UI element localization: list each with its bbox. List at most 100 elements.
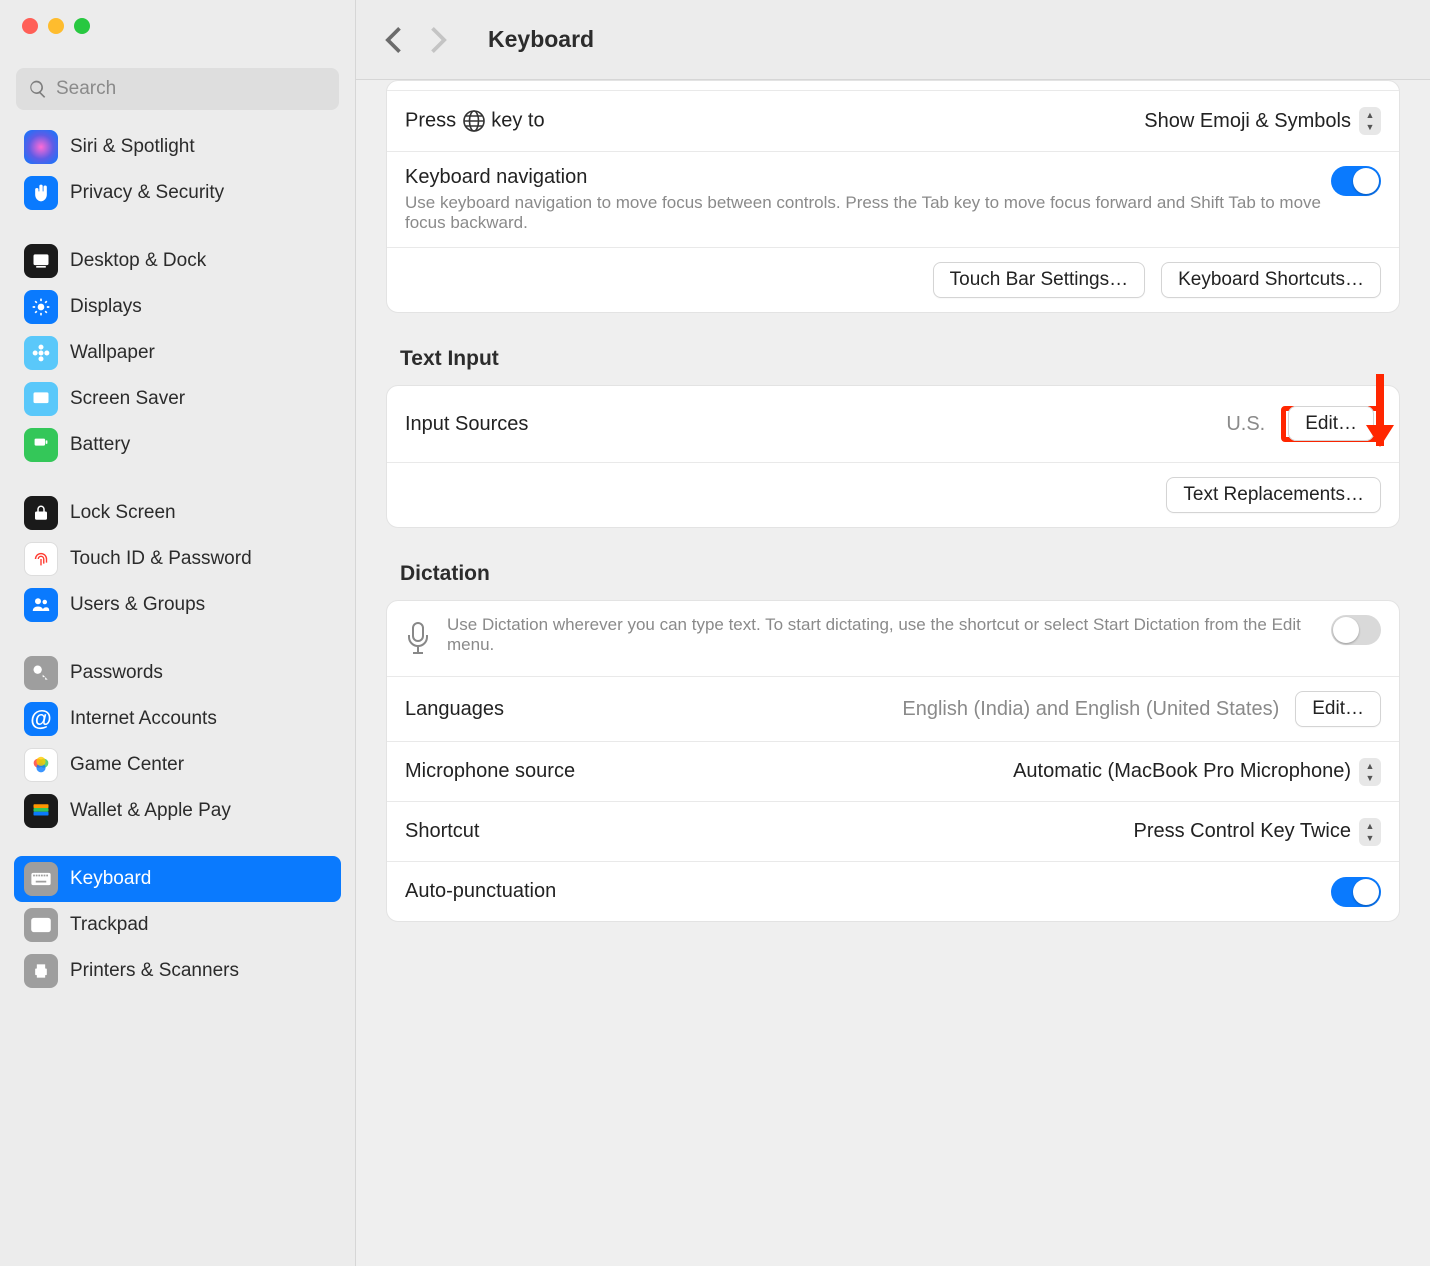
input-sources-value: U.S. [1226, 413, 1265, 436]
sidebar-item-siri-spotlight[interactable]: Siri & Spotlight [14, 124, 341, 170]
auto-punctuation-row: Auto-punctuation [387, 861, 1399, 921]
dictation-shortcut-label: Shortcut [405, 820, 479, 843]
sidebar-item-label: Desktop & Dock [70, 250, 206, 272]
window-minimize-button[interactable] [48, 18, 64, 34]
dictation-shortcut-value[interactable]: Press Control Key Twice [1134, 820, 1352, 843]
toolbar: Keyboard [356, 0, 1430, 80]
dictation-mic-row: Microphone source Automatic (MacBook Pro… [387, 741, 1399, 801]
sun-icon [24, 290, 58, 324]
sidebar-item-label: Game Center [70, 754, 184, 776]
printer-icon [24, 954, 58, 988]
search-icon [28, 79, 48, 99]
window-close-button[interactable] [22, 18, 38, 34]
nav-back-button[interactable] [384, 25, 402, 55]
sidebar-item-label: Displays [70, 296, 142, 318]
hand-icon [24, 176, 58, 210]
sidebar-item-keyboard[interactable]: Keyboard [14, 856, 341, 902]
sidebar-item-label: Internet Accounts [70, 708, 217, 730]
dictation-row: Use Dictation wherever you can type text… [387, 601, 1399, 676]
text-replacements-button[interactable]: Text Replacements… [1166, 477, 1381, 513]
sidebar-item-label: Siri & Spotlight [70, 136, 195, 158]
sidebar-item-touch-id-password[interactable]: Touch ID & Password [14, 536, 341, 582]
globe-icon [462, 109, 486, 133]
sidebar-item-label: Printers & Scanners [70, 960, 239, 982]
keyboard-navigation-row: Keyboard navigation Use keyboard navigat… [387, 151, 1399, 247]
touch-bar-settings-button[interactable]: Touch Bar Settings… [933, 262, 1145, 298]
dictation-panel: Use Dictation wherever you can type text… [386, 600, 1400, 922]
sidebar-item-passwords[interactable]: Passwords [14, 650, 341, 696]
screensaver-icon [24, 382, 58, 416]
search-field[interactable] [16, 68, 339, 110]
sidebar-item-label: Touch ID & Password [70, 548, 252, 570]
dictation-shortcut-row: Shortcut Press Control Key Twice ▲▼ [387, 801, 1399, 861]
keyboard-navigation-toggle[interactable] [1331, 166, 1381, 196]
search-input[interactable] [56, 78, 327, 100]
dictation-section-label: Dictation [400, 562, 1400, 586]
sidebar-item-label: Passwords [70, 662, 163, 684]
sidebar-item-displays[interactable]: Displays [14, 284, 341, 330]
sidebar-item-label: Privacy & Security [70, 182, 224, 204]
users-icon [24, 588, 58, 622]
dictation-languages-row: Languages English (India) and English (U… [387, 676, 1399, 741]
window-traffic-lights [0, 0, 355, 50]
dock-icon [24, 244, 58, 278]
window-zoom-button[interactable] [74, 18, 90, 34]
lock-icon [24, 496, 58, 530]
sidebar-item-label: Trackpad [70, 914, 149, 936]
sidebar-item-game-center[interactable]: Game Center [14, 742, 341, 788]
keyboard-panel: Press key to Show Emoji & Symbols ▲▼ Key… [386, 80, 1400, 313]
globe-key-label: Press key to [405, 109, 545, 133]
sidebar-item-label: Lock Screen [70, 502, 176, 524]
key-icon [24, 656, 58, 690]
sidebar-item-trackpad[interactable]: Trackpad [14, 902, 341, 948]
sidebar-item-label: Wallpaper [70, 342, 155, 364]
text-input-section-label: Text Input [400, 347, 1400, 371]
keyboard-shortcuts-button[interactable]: Keyboard Shortcuts… [1161, 262, 1381, 298]
globe-key-row: Press key to Show Emoji & Symbols ▲▼ [387, 91, 1399, 151]
sidebar-item-printers-scanners[interactable]: Printers & Scanners [14, 948, 341, 994]
input-sources-row: Input Sources U.S. Edit… [387, 386, 1399, 462]
nav-forward-button[interactable] [430, 25, 448, 55]
dictation-languages-value: English (India) and English (United Stat… [902, 698, 1279, 721]
sidebar: Siri & Spotlight Privacy & Security Deskto… [0, 0, 356, 1266]
globe-key-value[interactable]: Show Emoji & Symbols [1144, 110, 1351, 133]
sidebar-item-users-groups[interactable]: Users & Groups [14, 582, 341, 628]
keyboard-navigation-label: Keyboard navigation [405, 166, 1331, 189]
sidebar-item-label: Battery [70, 434, 130, 456]
sidebar-item-privacy-security[interactable]: Privacy & Security [14, 170, 341, 216]
auto-punctuation-toggle[interactable] [1331, 877, 1381, 907]
input-sources-edit-button[interactable]: Edit… [1288, 406, 1374, 441]
trackpad-icon [24, 908, 58, 942]
page-title: Keyboard [488, 26, 594, 53]
sidebar-item-screen-saver[interactable]: Screen Saver [14, 376, 341, 422]
input-sources-label: Input Sources [405, 413, 528, 436]
sidebar-item-lock-screen[interactable]: Lock Screen [14, 490, 341, 536]
dictation-languages-edit-button[interactable]: Edit… [1295, 691, 1381, 727]
flower-icon [24, 336, 58, 370]
sidebar-item-wallet-apple-pay[interactable]: Wallet & Apple Pay [14, 788, 341, 834]
globe-key-stepper[interactable]: ▲▼ [1359, 107, 1381, 135]
dictation-shortcut-stepper[interactable]: ▲▼ [1359, 818, 1381, 846]
text-input-panel: Input Sources U.S. Edit… Text Replacemen… [386, 385, 1400, 528]
sidebar-item-label: Wallet & Apple Pay [70, 800, 231, 822]
dictation-toggle[interactable] [1331, 615, 1381, 645]
auto-punctuation-label: Auto-punctuation [405, 880, 556, 903]
wallet-icon [24, 794, 58, 828]
sidebar-item-wallpaper[interactable]: Wallpaper [14, 330, 341, 376]
sidebar-item-battery[interactable]: Battery [14, 422, 341, 468]
sidebar-item-label: Users & Groups [70, 594, 205, 616]
keyboard-navigation-desc: Use keyboard navigation to move focus be… [405, 193, 1331, 233]
dictation-desc: Use Dictation wherever you can type text… [447, 615, 1331, 655]
dictation-mic-stepper[interactable]: ▲▼ [1359, 758, 1381, 786]
annotation-arrow [1376, 374, 1384, 446]
dictation-mic-value[interactable]: Automatic (MacBook Pro Microphone) [1013, 760, 1351, 783]
dictation-languages-label: Languages [405, 698, 504, 721]
sidebar-item-desktop-dock[interactable]: Desktop & Dock [14, 238, 341, 284]
main-pane: Keyboard Press key to Show Emoji & Symbo… [356, 0, 1430, 1266]
fingerprint-icon [24, 542, 58, 576]
mic-icon [405, 621, 431, 662]
battery-icon [24, 428, 58, 462]
sidebar-item-internet-accounts[interactable]: @Internet Accounts [14, 696, 341, 742]
gamecenter-icon [24, 748, 58, 782]
sidebar-item-label: Screen Saver [70, 388, 185, 410]
